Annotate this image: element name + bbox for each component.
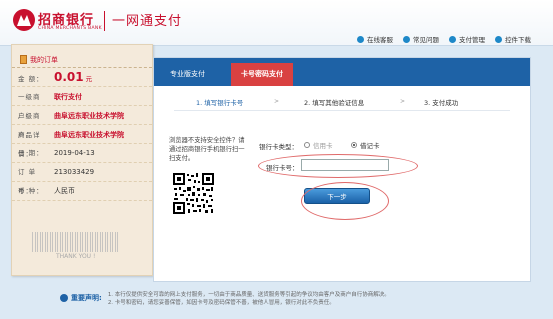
question-icon [403,35,410,43]
radio-credit-card[interactable]: 信用卡 [304,140,333,150]
notice-text: 1. 本行仅提供安全可靠的网上支付服务，一切由于商品质量、送货服务等引起的争议均… [108,291,390,307]
row-product: 商品详情： 曲阜远东职业技术学院 [12,125,152,158]
page-header: 招商银行 CHINA MERCHANTS BANK 一网通支付 在线客服 常见问… [0,0,553,46]
tab-bar: 专业版支付 卡号密码支付 [154,58,530,86]
merchant1-value: 联行支付 [54,92,82,101]
bank-logo [13,9,35,31]
product-value: 曲阜远东职业技术学院 [54,130,124,139]
step-arrow-icon: > [274,98,280,105]
order-receipt: 我的订单 金 额： 0.01 元 一级商户： 联行支付 二级商户： 曲阜远东职业… [11,44,153,276]
card-number-input[interactable] [301,159,389,171]
steps-divider [174,110,510,111]
brand-name-en: CHINA MERCHANTS BANK [38,26,102,31]
link-control-download[interactable]: 控件下载 [495,34,531,44]
payment-panel: 专业版支付 卡号密码支付 1. 填写银行卡号 > 2. 填写其他验证信息 > 3… [153,57,531,282]
important-notice: 重要声明: 1. 本行仅提供安全可靠的网上支付服务，一切由于商品质量、送货服务等… [60,291,390,307]
radio-dot [351,142,357,148]
receipt-title-text: 我的订单 [30,55,58,64]
receipt-title: 我的订单 [12,45,152,68]
link-label: 控件下载 [505,36,531,44]
step-3: 3. 支付成功 [424,99,459,107]
currency-value: 人民币 [54,187,75,195]
tab-card-password-payment[interactable]: 卡号密码支付 [231,63,293,86]
notice-label: 重要声明: [71,294,102,302]
amount-label: 金 额： [18,75,44,83]
link-online-service[interactable]: 在线客服 [357,34,393,44]
link-label: 在线客服 [367,36,393,44]
card-number-label: 银行卡号： [266,164,299,172]
notice-line: 2. 卡号和密码，请您妥善保管，如因卡号及密码保管不善，被他人冒用，银行对此不负… [107,300,335,306]
radio-label: 借记卡 [360,142,380,150]
row-order-number: 订 单 号： 213033429 [12,163,152,195]
row-merchant-1: 一级商户： 联行支付 [12,87,152,120]
link-faq[interactable]: 常见问题 [403,34,439,44]
browser-support-note: 浏览器不支持安全控件？请通过招商银行手机银行扫一扫支付。 [169,137,245,162]
merchant2-value: 曲阜远东职业技术学院 [54,111,124,120]
date-value: 2019-04-13 [54,149,95,157]
amount-unit: 元 [85,75,93,83]
order-number-value: 213033429 [54,168,95,176]
step-arrow-icon: > [400,98,406,105]
service-title: 一网通支付 [112,14,183,29]
next-button[interactable]: 下一步 [304,188,370,204]
step-2: 2. 填写其他验证信息 [304,99,365,107]
radio-dot [304,142,310,148]
top-links: 在线客服 常见问题 支付管理 控件下载 [357,34,531,44]
barcode-image [32,232,118,252]
currency-label: 币 种： [18,187,44,195]
link-label: 常见问题 [413,36,439,44]
header-divider [104,11,105,31]
row-amount: 金 额： 0.01 元 [12,68,152,87]
thank-you-text: THANK YOU ! [56,253,96,260]
row-date: 日 期： 2019-04-13 [12,144,152,163]
radio-label: 信用卡 [313,142,333,150]
info-icon [60,294,68,302]
step-1: 1. 填写银行卡号 [196,99,244,107]
headset-icon [357,35,364,43]
notice-line: 1. 本行仅提供安全可靠的网上支付服务，一切由于商品质量、送货服务等引起的争议均… [107,292,390,298]
radio-debit-card[interactable]: 借记卡 [351,140,380,150]
row-currency: 币 种： 人民币 [12,182,152,201]
row-merchant-2: 二级商户： 曲阜远东职业技术学院 [12,106,152,139]
qr-code-image [172,172,215,215]
wallet-icon [449,35,456,43]
card-type-label: 银行卡类型： [259,143,298,151]
link-label: 支付管理 [459,36,485,44]
date-label: 日 期： [18,149,44,157]
document-icon [20,55,27,64]
link-payment-management[interactable]: 支付管理 [449,34,485,44]
amount-value: 0.01 [54,70,84,84]
download-icon [495,35,502,43]
tab-professional-payment[interactable]: 专业版支付 [160,63,215,86]
